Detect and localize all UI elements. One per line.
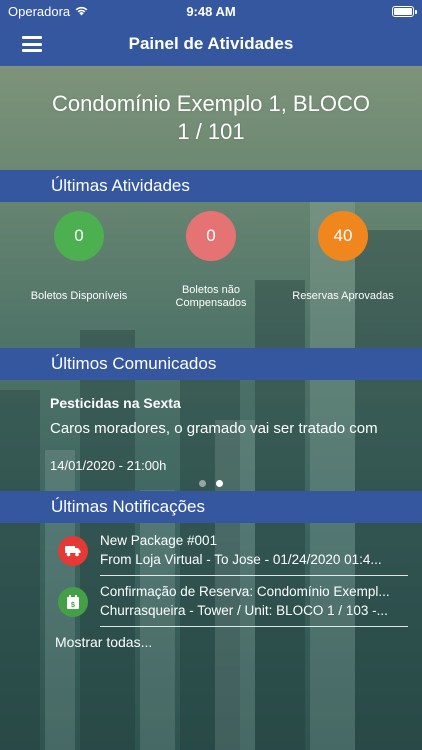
available-bills-counter[interactable]: 0 (54, 211, 104, 261)
show-all-link[interactable]: Mostrar todas... (55, 634, 152, 650)
section-latest-activities: Últimas Atividades (0, 170, 422, 202)
available-bills-label: Boletos Disponíveis (30, 290, 128, 302)
section-latest-announcements: Últimos Comunicados (0, 348, 422, 380)
notification-line2: From Loja Virtual - To Jose - 01/24/2020… (100, 552, 382, 567)
notification-item[interactable]: New Package #001 From Loja Virtual - To … (58, 527, 408, 573)
condo-header: Condomínio Exemplo 1, BLOCO 1 / 101 (0, 90, 422, 146)
condo-name: Condomínio Exemplo 1, BLOCO (52, 91, 370, 116)
notification-line2: Churrasqueira - Tower / Unit: BLOCO 1 / … (100, 603, 388, 618)
page-title: Painel de Atividades (128, 34, 294, 53)
divider (100, 575, 408, 576)
status-bar: Operadora 9:48 AM (0, 0, 422, 22)
announcement-title[interactable]: Pesticidas na Sexta (50, 395, 181, 411)
navigation-bar: Painel de Atividades (0, 22, 422, 66)
truck-icon (58, 536, 88, 566)
battery-icon (392, 5, 417, 17)
approved-reservations-label: Reservas Aprovadas (292, 290, 394, 302)
page-indicator[interactable] (0, 480, 422, 487)
announcement-body[interactable]: Caros moradores, o gramado vai ser trata… (50, 420, 422, 437)
uncleared-bills-counter[interactable]: 0 (186, 211, 236, 261)
svg-text:$: $ (71, 602, 75, 609)
wifi-icon (74, 4, 89, 19)
approved-reservations-counter[interactable]: 40 (318, 211, 368, 261)
hamburger-menu-icon[interactable] (22, 36, 42, 52)
divider (100, 626, 408, 627)
announcement-date: 14/01/2020 - 21:00h (50, 458, 167, 473)
notification-line1: New Package #001 (100, 533, 218, 548)
uncleared-bills-label: Boletos não Compensados (175, 284, 247, 309)
condo-unit: 1 / 101 (177, 119, 245, 144)
section-latest-notifications: Últimas Notificações (0, 491, 422, 523)
carrier-label: Operadora (8, 3, 71, 19)
notification-item[interactable]: $ Confirmação de Reserva: Condomínio Exe… (58, 578, 408, 624)
calendar-icon: $ (58, 587, 88, 617)
notification-line1: Confirmação de Reserva: Condomínio Exemp… (100, 584, 390, 599)
page-dot-1[interactable] (199, 480, 206, 487)
page-dot-2[interactable] (216, 480, 223, 487)
